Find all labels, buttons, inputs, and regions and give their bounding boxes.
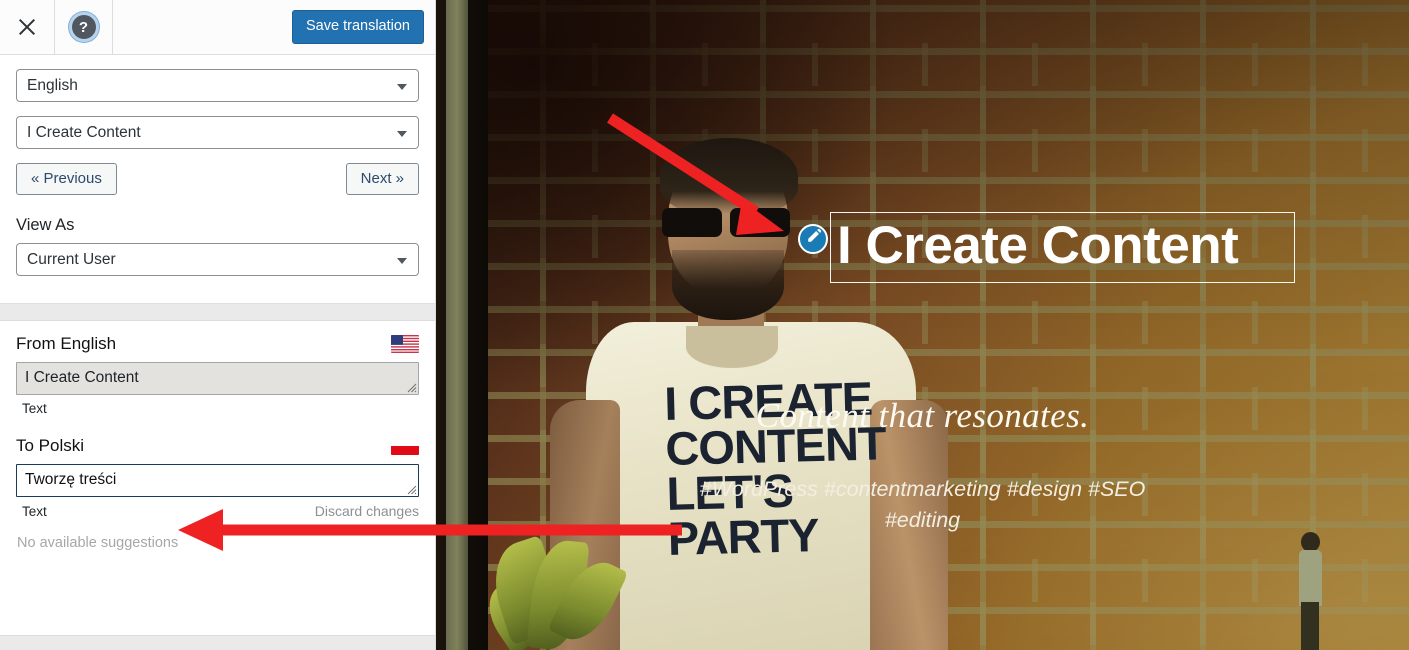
- source-heading-row: From English: [16, 334, 419, 354]
- sidebar-header: ? Save translation: [0, 0, 435, 55]
- from-language-label: From English: [16, 334, 117, 353]
- no-suggestions-text: No available suggestions: [17, 535, 179, 551]
- chevron-down-icon: [397, 83, 407, 90]
- view-as-select[interactable]: Current User: [16, 243, 419, 276]
- sidebar-bottom-bar: [0, 635, 435, 650]
- language-select[interactable]: English: [16, 69, 419, 102]
- left-post: [436, 0, 488, 650]
- prev-next-row: « Previous Next »: [16, 163, 419, 195]
- plant-decoration: [477, 510, 629, 650]
- close-button[interactable]: [0, 0, 55, 54]
- language-select-value: English: [27, 76, 78, 94]
- left-post-highlight: [446, 0, 468, 650]
- next-button[interactable]: Next »: [345, 163, 419, 195]
- to-language-label: To Polski: [16, 436, 85, 455]
- source-type-label: Text: [22, 401, 47, 416]
- source-meta-row: Text: [16, 401, 419, 416]
- hero-title-editable[interactable]: I Create Content: [830, 212, 1295, 284]
- target-textarea-wrap: [16, 464, 419, 497]
- help-button-container: ?: [55, 0, 113, 54]
- translation-section: From English I Create Content Text To Po…: [0, 321, 435, 551]
- customizer-sidebar: ? Save translation English I Create Cont…: [0, 0, 436, 650]
- hero-title-text: I Create Content: [837, 216, 1239, 275]
- tshirt-text: I CREATE CONTENT LET'S PARTY: [664, 372, 899, 566]
- customizer-translation-screen: ? Save translation English I Create Cont…: [0, 0, 1409, 650]
- target-heading-row: To Polski: [16, 436, 419, 456]
- page-select-value: I Create Content: [27, 123, 141, 141]
- site-preview: I CREATE CONTENT LET'S PARTY I Create Co…: [436, 0, 1409, 650]
- help-question-icon: ?: [78, 18, 89, 36]
- target-type-label: Text: [22, 504, 47, 519]
- target-text-input[interactable]: [16, 464, 419, 497]
- view-as-label: View As: [16, 216, 75, 234]
- edit-shortcut-button[interactable]: [798, 224, 828, 254]
- source-text-input[interactable]: [16, 362, 419, 395]
- flag-usa-icon: [391, 335, 419, 353]
- save-translation-button[interactable]: Save translation: [292, 10, 424, 45]
- section-divider: [0, 303, 435, 321]
- target-meta-row: Text Discard changes: [16, 503, 419, 519]
- background-figurine: [1291, 530, 1331, 650]
- help-button[interactable]: ?: [71, 15, 96, 39]
- discard-changes-link[interactable]: Discard changes: [315, 503, 419, 519]
- chevron-down-icon: [397, 130, 407, 137]
- previous-button[interactable]: « Previous: [16, 163, 117, 195]
- sunglasses: [660, 208, 800, 238]
- sidebar-top-controls: English I Create Content « Previous Next…: [0, 55, 435, 290]
- chevron-down-icon: [397, 257, 407, 264]
- pencil-edit-icon: [805, 228, 822, 250]
- flag-poland-icon: [391, 437, 419, 455]
- page-select[interactable]: I Create Content: [16, 116, 419, 149]
- view-as-select-value: Current User: [27, 250, 116, 268]
- close-x-icon: [17, 17, 37, 37]
- tshirt-line-4: PARTY: [667, 508, 820, 566]
- source-textarea-wrap: [16, 362, 419, 395]
